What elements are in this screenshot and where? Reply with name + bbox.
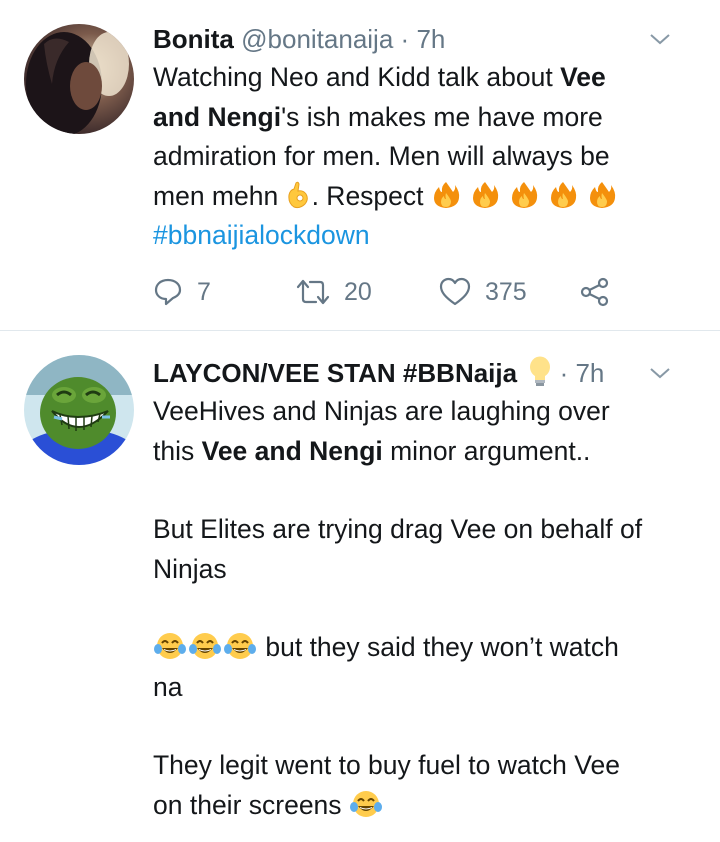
author-handle[interactable]: @bonitanaija bbox=[241, 24, 393, 54]
tweet[interactable]: Bonita @bonitanaija · 7h Watching Neo an… bbox=[0, 0, 720, 331]
author-name[interactable]: LAYCON/VEE STAN #BBNaija bbox=[153, 358, 517, 388]
like-count: 375 bbox=[485, 277, 527, 306]
text-segment: Ninjas bbox=[153, 553, 227, 584]
avatar[interactable] bbox=[24, 24, 134, 134]
timestamp[interactable]: 7h bbox=[575, 358, 604, 388]
fire-emoji bbox=[511, 181, 538, 208]
text-segment: on their screens bbox=[153, 789, 349, 820]
text-segment: 's ish makes me have more bbox=[281, 101, 603, 132]
tears-of-joy-emoji bbox=[154, 633, 186, 659]
tweet-header: Bonita @bonitanaija · 7h bbox=[153, 19, 700, 59]
text-segment: . Respect bbox=[311, 180, 431, 211]
retweet-button[interactable]: 20 bbox=[296, 272, 372, 312]
heart-icon bbox=[439, 277, 471, 306]
separator-dot: · bbox=[559, 358, 569, 388]
bold-segment: Vee and Nengi bbox=[201, 435, 383, 466]
fire-emoji bbox=[472, 181, 499, 208]
retweet-icon bbox=[296, 279, 330, 305]
hashtag-link[interactable]: #bbnaijialockdown bbox=[153, 216, 706, 256]
fire-emoji bbox=[550, 181, 577, 208]
share-icon bbox=[580, 277, 609, 307]
chevron-down-icon[interactable] bbox=[648, 361, 672, 385]
chevron-down-icon[interactable] bbox=[648, 27, 672, 51]
like-button[interactable]: 375 bbox=[439, 272, 527, 312]
text-segment: But Elites are trying drag Vee on behalf… bbox=[153, 514, 643, 544]
reply-icon bbox=[154, 278, 182, 306]
reply-count: 7 bbox=[197, 277, 211, 306]
tears-of-joy-emoji bbox=[189, 633, 221, 659]
light-bulb-emoji bbox=[530, 356, 551, 387]
tweet-text: Watching Neo and Kidd talk about Vee and… bbox=[153, 58, 706, 256]
text-segment: but they said they won’t watch bbox=[258, 632, 619, 662]
timestamp[interactable]: 7h bbox=[416, 24, 445, 54]
avatar[interactable] bbox=[24, 355, 134, 465]
tears-of-joy-emoji bbox=[349, 790, 384, 820]
text-segment: admiration for men. Men will always be bbox=[153, 141, 610, 171]
ok-hand-emoji bbox=[287, 181, 308, 208]
tweet[interactable]: LAYCON/VEE STAN #BBNaija · 7h VeeHives a… bbox=[0, 331, 720, 842]
text-segment: this bbox=[153, 435, 202, 466]
tweet-actions: 7 20 375 bbox=[153, 272, 673, 312]
reply-button[interactable]: 7 bbox=[153, 272, 211, 312]
share-button[interactable] bbox=[579, 272, 611, 312]
text-segment: na bbox=[153, 671, 183, 702]
tears-of-joy-emojis bbox=[153, 632, 258, 662]
text-segment: minor argument.. bbox=[382, 435, 591, 466]
text-segment: Watching Neo and Kidd talk about bbox=[153, 62, 561, 92]
tweet-text: VeeHives and Ninjas are laughing over th… bbox=[153, 392, 706, 825]
text-segment: men mehn bbox=[153, 180, 286, 211]
retweet-count: 20 bbox=[344, 277, 372, 306]
tears-of-joy-emoji bbox=[224, 633, 256, 659]
separator-dot: · bbox=[400, 24, 410, 54]
fire-emoji bbox=[589, 181, 616, 208]
bold-segment: Vee bbox=[560, 62, 606, 92]
tweet-header: LAYCON/VEE STAN #BBNaija · 7h bbox=[153, 353, 700, 393]
tears-of-joy-emoji bbox=[349, 790, 382, 817]
text-segment: They legit went to buy fuel to watch Vee bbox=[153, 750, 620, 780]
author-name[interactable]: Bonita bbox=[153, 24, 234, 54]
text-segment: VeeHives and Ninjas are laughing over bbox=[153, 396, 610, 426]
fire-emoji bbox=[433, 181, 460, 208]
fire-emojis bbox=[431, 181, 626, 211]
bold-segment: and Nengi bbox=[153, 101, 282, 132]
